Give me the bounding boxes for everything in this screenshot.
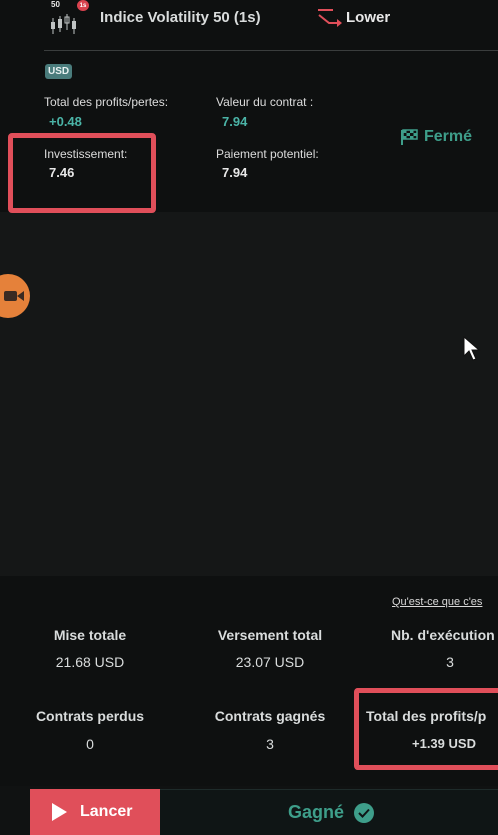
contract-status: Fermé: [400, 128, 472, 146]
currency-badge: USD: [45, 64, 73, 79]
total-pnl-highlight: [354, 688, 498, 770]
lost-contracts-label: Contrats perdus: [35, 708, 145, 724]
result-label: Gagné: [288, 802, 345, 822]
launch-button[interactable]: Lancer: [30, 789, 160, 835]
asset-badge-50: 50: [51, 0, 60, 9]
stats-total-pnl-label: Total des profits/p: [366, 708, 487, 724]
total-payout-value: 23.07 USD: [235, 654, 305, 670]
won-contracts-label: Contrats gagnés: [214, 708, 326, 724]
potential-payout-value: 7.94: [222, 165, 248, 180]
trade-direction: Lower: [346, 9, 391, 26]
contract-card: 50 1s Indice Volatility 50 (1s) Lower US…: [0, 0, 498, 213]
investment-label: Investissement:: [44, 147, 128, 161]
checkered-flag-icon: [401, 129, 418, 145]
contract-value-label: Valeur du contrat :: [216, 95, 314, 109]
asset-badge-1s: 1s: [77, 0, 89, 11]
check-circle-icon: [354, 802, 375, 823]
mouse-cursor-icon: [463, 336, 481, 361]
total-payout-label: Versement total: [217, 627, 323, 643]
status-label: Fermé: [424, 128, 473, 145]
runs-count-label: Nb. d'exécution: [391, 627, 495, 643]
help-link[interactable]: Qu'est-ce que c'es: [392, 596, 482, 608]
total-pnl-label: Total des profits/pertes:: [44, 95, 169, 109]
won-contracts-value: 3: [266, 736, 274, 752]
play-icon: [52, 803, 67, 821]
lower-arrow-icon: [318, 9, 342, 27]
investment-value: 7.46: [49, 165, 75, 180]
runs-count-value: 3: [446, 654, 454, 670]
asset-name: Indice Volatility 50 (1s): [100, 9, 261, 26]
contract-value: 7.94: [222, 114, 248, 129]
launch-label: Lancer: [80, 803, 133, 820]
video-camera-icon: [4, 291, 24, 301]
total-stake-label: Mise totale: [53, 627, 127, 643]
total-pnl-value: +0.48: [49, 114, 82, 129]
lost-contracts-value: 0: [86, 736, 94, 752]
potential-payout-label: Paiement potentiel:: [216, 147, 319, 161]
video-tutorial-button[interactable]: [0, 274, 30, 318]
stats-total-pnl-value: +1.39 USD: [412, 736, 476, 751]
investment-highlight: [8, 133, 156, 213]
total-stake-value: 21.68 USD: [55, 654, 125, 670]
divider: [44, 50, 498, 51]
result-status: Gagné: [288, 802, 375, 823]
